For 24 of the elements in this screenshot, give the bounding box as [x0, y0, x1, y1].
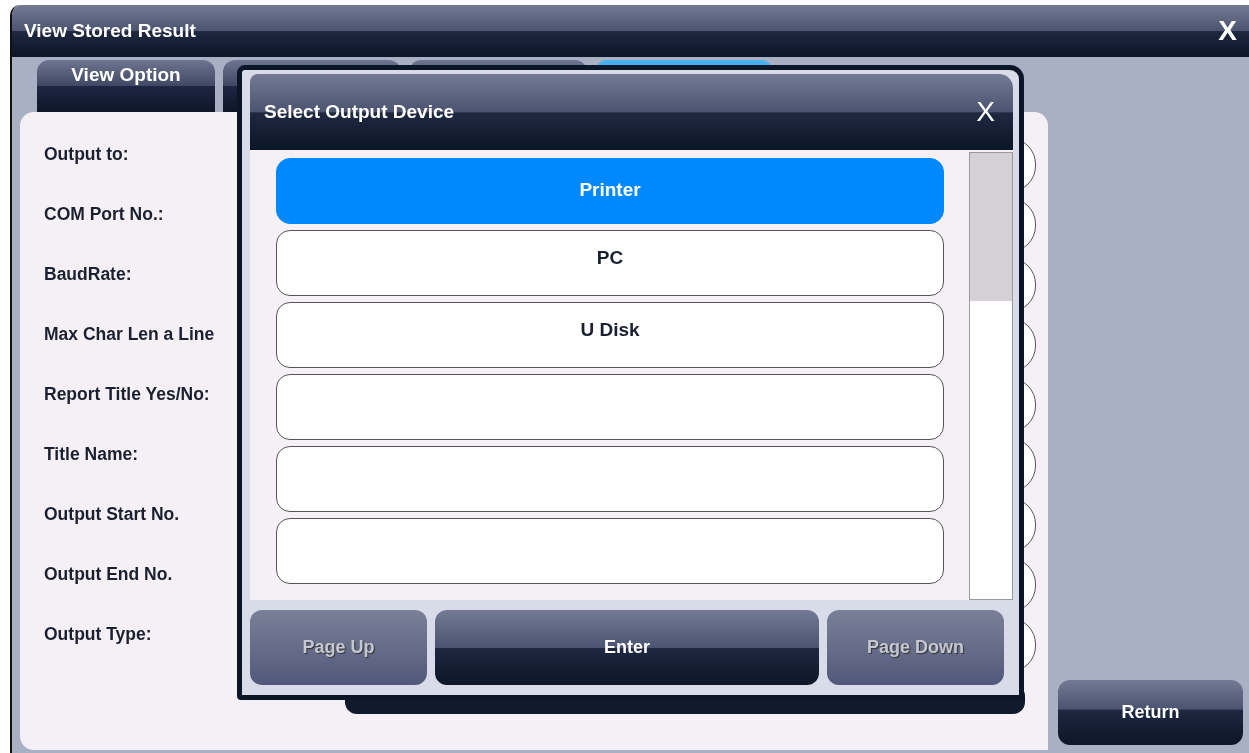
return-button[interactable]: Return: [1058, 680, 1243, 745]
field-label: Report Title Yes/No:: [44, 384, 210, 405]
field-label: Output Start No.: [44, 504, 180, 525]
dialog-title: Select Output Device: [264, 101, 455, 123]
close-button[interactable]: X: [976, 96, 995, 128]
field-label: Output to:: [44, 144, 129, 165]
field-label: Output End No.: [44, 564, 173, 585]
list-item[interactable]: [276, 446, 944, 512]
close-button[interactable]: X: [1218, 15, 1237, 47]
list-item[interactable]: PC: [276, 230, 944, 296]
list-item[interactable]: U Disk: [276, 302, 944, 368]
list-item[interactable]: [276, 374, 944, 440]
window-title: View Stored Result: [24, 20, 196, 42]
list-item[interactable]: [276, 518, 944, 584]
tab[interactable]: View Option: [37, 60, 215, 112]
field-label: Output Type:: [44, 624, 152, 645]
scrollbar[interactable]: [969, 152, 1013, 600]
list-item[interactable]: Printer: [276, 158, 944, 224]
dialog-button[interactable]: Enter: [435, 610, 819, 685]
field-label: Max Char Len a Line: [44, 324, 215, 345]
field-label: BaudRate:: [44, 264, 132, 285]
field-label: Title Name:: [44, 444, 138, 465]
scrollbar-thumb[interactable]: [970, 153, 1012, 301]
field-label: COM Port No.:: [44, 204, 164, 225]
